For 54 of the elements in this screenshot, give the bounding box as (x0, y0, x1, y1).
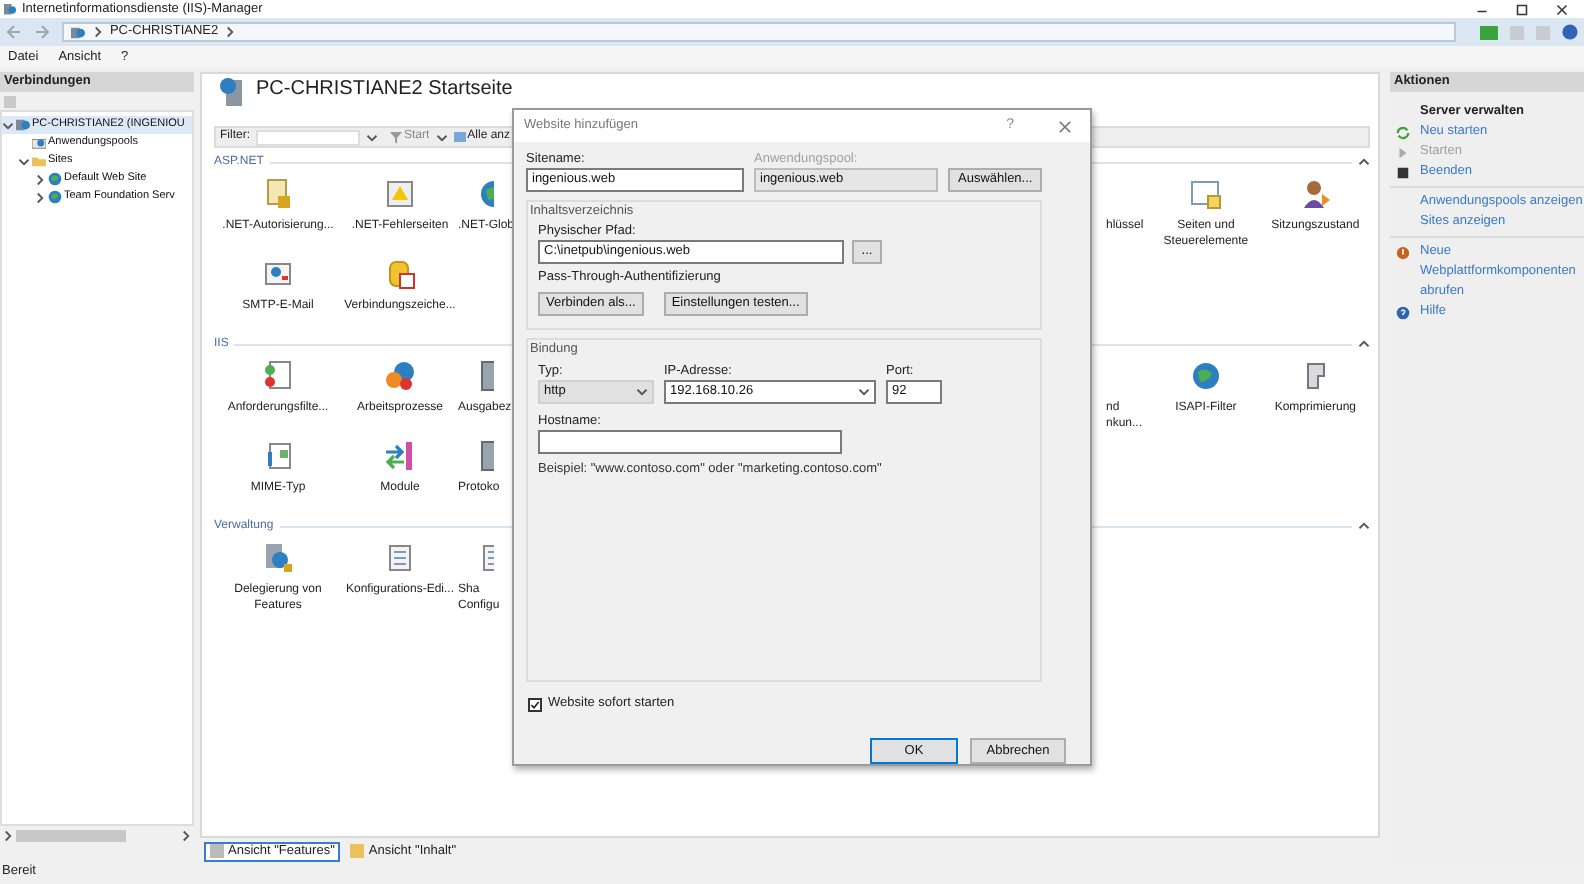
back-icon[interactable] (6, 24, 22, 40)
dropdown-icon (366, 131, 378, 143)
music-document-icon (262, 440, 294, 472)
play-icon (1396, 146, 1410, 160)
filter-field[interactable] (256, 129, 360, 145)
form-window-icon (1189, 178, 1222, 210)
globe-icon (48, 190, 62, 204)
dropdown-icon (636, 386, 648, 399)
scroll-right-icon (180, 829, 192, 841)
server-icon (16, 118, 30, 132)
mail-icon (262, 258, 294, 290)
server-icon (478, 360, 494, 392)
expander-icon (2, 119, 14, 131)
maximize-icon[interactable] (1516, 3, 1528, 15)
help-icon (1396, 306, 1410, 320)
document-icon (478, 542, 494, 574)
server-icon (69, 25, 86, 39)
pool-icon (32, 136, 46, 150)
collapse-icon (1358, 156, 1370, 168)
dropdown-icon (435, 131, 448, 143)
checkbox[interactable] (528, 697, 542, 712)
page-title: PC-CHRISTIANE2 Startseite (256, 76, 513, 102)
folder-icon (350, 844, 365, 858)
server-lock-icon (262, 542, 294, 574)
server-icon (218, 76, 246, 108)
collapse-icon (1358, 338, 1370, 350)
chevron-icon (91, 26, 104, 38)
server-icon (478, 440, 494, 472)
stop-icon (1396, 166, 1410, 180)
collapse-icon (1358, 520, 1370, 532)
globe-icon (478, 178, 494, 210)
globe-icon (1189, 360, 1222, 392)
chevron-icon (224, 26, 237, 38)
app-icon (4, 3, 16, 15)
globe-icon (48, 172, 62, 186)
check-icon (530, 699, 540, 710)
scroll-left-icon (2, 829, 14, 841)
help-icon[interactable] (1562, 24, 1578, 40)
dropdown-icon (858, 386, 870, 399)
document-icon (384, 542, 416, 574)
alert-icon (1396, 246, 1410, 260)
document-lock-icon (262, 178, 294, 210)
close-icon[interactable] (1556, 3, 1568, 15)
arrows-icon (384, 440, 416, 472)
person-icon (1299, 178, 1332, 210)
folder-icon (32, 154, 46, 168)
database-icon (384, 258, 416, 290)
funnel-icon (390, 131, 402, 143)
list-document-icon (262, 360, 294, 392)
hostname-field[interactable] (538, 430, 842, 455)
warning-page-icon (384, 178, 416, 210)
horizontal-scrollbar[interactable] (0, 826, 194, 844)
forward-icon[interactable] (33, 24, 50, 40)
refresh-icon (1396, 126, 1410, 140)
